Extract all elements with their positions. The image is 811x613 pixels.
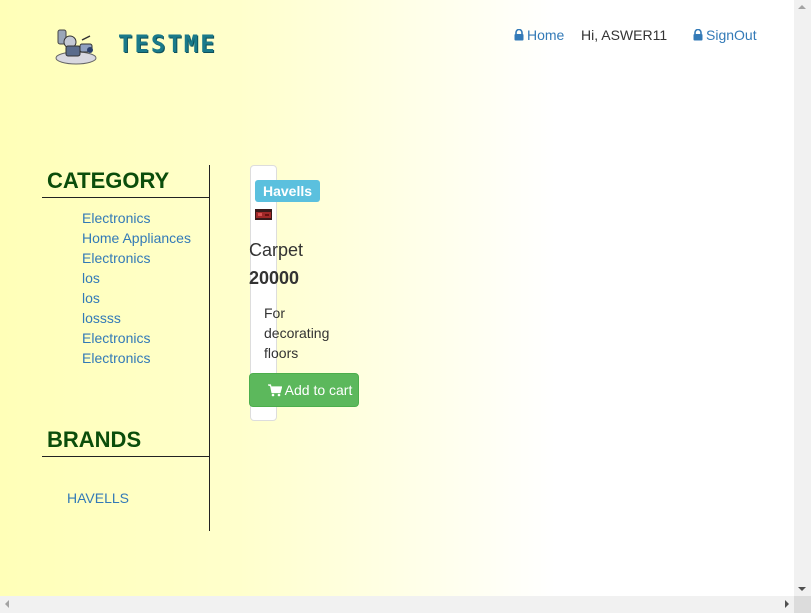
- add-to-cart-button[interactable]: Add to cart: [249, 373, 359, 407]
- product-description: For decorating floors: [264, 305, 330, 361]
- category-link[interactable]: Electronics: [82, 350, 150, 366]
- sidebar: CATEGORY Electronics Home Appliances Ele…: [42, 165, 210, 531]
- scrollbar-corner: [794, 596, 811, 613]
- scroll-left-icon[interactable]: [5, 600, 9, 608]
- site-brand-name[interactable]: TESTME: [118, 30, 217, 58]
- nav-home-label: Home: [527, 27, 565, 43]
- horizontal-scrollbar[interactable]: [0, 596, 794, 613]
- nav-signout-link[interactable]: SignOut: [693, 27, 757, 43]
- lock-icon: [514, 29, 524, 41]
- user-greeting: Hi, ASWER11: [581, 27, 668, 43]
- lock-icon: [693, 29, 703, 41]
- category-heading: CATEGORY: [42, 165, 209, 198]
- product-price: 20000: [249, 268, 300, 288]
- list-item: Electronics: [82, 348, 209, 368]
- brand-badge: Havells: [255, 180, 321, 202]
- category-link[interactable]: los: [82, 270, 100, 286]
- brands-heading: BRANDS: [42, 424, 209, 457]
- list-item: Electronics: [82, 248, 209, 268]
- add-to-cart-label: Add to cart: [284, 382, 353, 398]
- brand-link[interactable]: HAVELLS: [67, 490, 129, 506]
- robot-logo-icon[interactable]: [52, 24, 98, 66]
- nav-home-link[interactable]: Home: [514, 27, 564, 43]
- vertical-scrollbar[interactable]: [794, 0, 811, 596]
- category-link[interactable]: lossss: [82, 310, 121, 326]
- list-item: Electronics: [82, 328, 209, 348]
- category-link[interactable]: Electronics: [82, 330, 150, 346]
- list-item: lossss: [82, 308, 209, 328]
- scroll-right-icon[interactable]: [785, 600, 789, 608]
- list-item: Electronics: [82, 208, 209, 228]
- product-thumbnail[interactable]: [255, 209, 272, 220]
- scroll-up-icon[interactable]: [798, 5, 806, 9]
- shopping-cart-icon: [267, 384, 282, 397]
- scroll-down-icon[interactable]: [798, 587, 806, 591]
- brand-list: HAVELLS: [42, 488, 209, 508]
- nav-signout-label: SignOut: [706, 27, 757, 43]
- list-item: los: [82, 268, 209, 288]
- list-item: Home Appliances: [82, 228, 209, 248]
- category-link[interactable]: los: [82, 290, 100, 306]
- category-link[interactable]: Electronics: [82, 210, 150, 226]
- category-link[interactable]: Electronics: [82, 250, 150, 266]
- product-name: Carpet: [249, 240, 304, 260]
- page-background: TESTME Home Hi, ASWER11 SignOut CATEGORY…: [0, 0, 794, 596]
- list-item: los: [82, 288, 209, 308]
- list-item: HAVELLS: [67, 488, 209, 508]
- category-link[interactable]: Home Appliances: [82, 230, 191, 246]
- category-list: Electronics Home Appliances Electronics …: [42, 208, 209, 368]
